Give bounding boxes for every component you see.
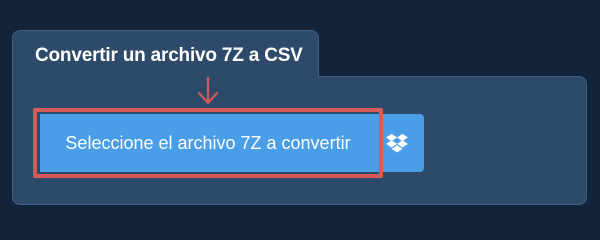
converter-widget: Convertir un archivo 7Z a CSV Seleccione… [0, 0, 600, 230]
converter-title: Convertir un archivo 7Z a CSV [35, 45, 303, 66]
highlight-frame [33, 108, 383, 178]
arrow-down-icon [197, 76, 219, 105]
dropbox-icon [386, 133, 408, 153]
tab-panel-seam [13, 74, 318, 80]
